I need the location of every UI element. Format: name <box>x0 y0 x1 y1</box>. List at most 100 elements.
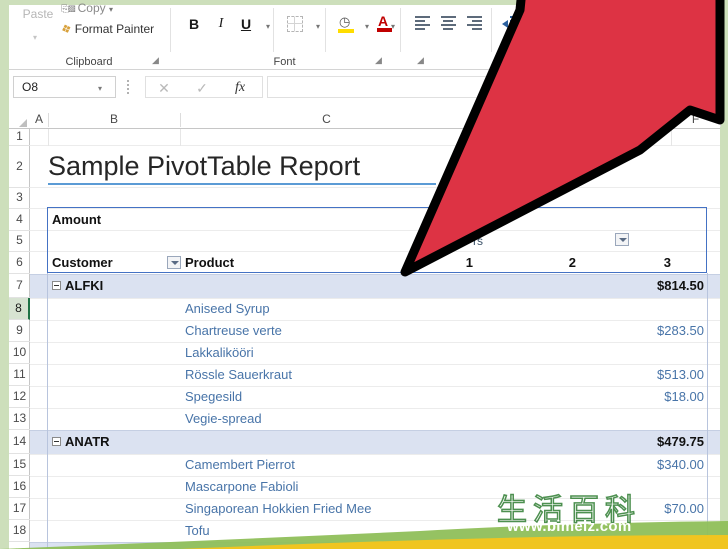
paste-dropdown-caret[interactable]: ▾ <box>33 33 37 42</box>
paint-bucket-glyph: ◷ <box>339 14 351 29</box>
report-title-underline <box>48 183 436 185</box>
align-left-icon[interactable] <box>414 16 431 31</box>
column-header-a[interactable]: A <box>30 112 48 128</box>
accounting-dropdown-caret[interactable]: ▾ <box>670 18 688 36</box>
formula-bar-grip-icon[interactable] <box>127 80 130 94</box>
font-group-label: Font <box>273 56 296 68</box>
group-total-amount: $479.75 <box>657 434 704 449</box>
row-header-19[interactable]: 19 <box>9 542 30 549</box>
fill-color-dropdown-caret[interactable]: ▾ <box>358 18 376 36</box>
borders-icon[interactable] <box>287 16 303 32</box>
format-painter-label: Format Painter <box>74 22 155 36</box>
pivot-right-border <box>707 273 708 549</box>
gridline <box>30 320 720 321</box>
quarter-header-2: 2 <box>568 255 576 270</box>
row-header-14[interactable]: 14 <box>9 430 30 454</box>
font-dialog-launcher-icon[interactable]: ◢ <box>375 55 382 66</box>
product-label: Tofu <box>185 523 210 538</box>
row-header-7[interactable]: 7 <box>9 274 30 298</box>
row-header-17[interactable]: 17 <box>9 498 30 520</box>
underline-button[interactable]: U <box>237 15 255 33</box>
pivot-left-border <box>47 273 48 549</box>
row-header-8[interactable]: 8 <box>9 298 30 320</box>
align-center-icon[interactable] <box>440 16 457 31</box>
row-header-2[interactable]: 2 <box>9 146 30 188</box>
column-header-c[interactable]: C <box>180 112 473 128</box>
ribbon-group-clipboard: Paste ▾ ⎘▩ Copy ▾ ❖Format Painter Clipboa… <box>9 1 177 69</box>
row-header-4[interactable]: 4 <box>9 209 30 231</box>
italic-button[interactable]: I <box>212 15 230 33</box>
sheet-cells: Sample PivotTable Report Amount rs Custo… <box>30 129 720 549</box>
cancel-icon[interactable]: ✕ <box>146 79 182 97</box>
collapse-expander-icon[interactable] <box>52 437 61 446</box>
row-header-10[interactable]: 10 <box>9 342 30 364</box>
worksheet-area: ABCDEF 12345678910111213141516171819 Sam… <box>0 110 728 549</box>
report-title: Sample PivotTable Report <box>48 151 361 181</box>
row-header-16[interactable]: 16 <box>9 476 30 498</box>
accounting-format-icon[interactable]: £ <box>654 15 661 30</box>
product-label: Chartreuse verte <box>185 323 282 338</box>
percent-style-button[interactable]: % <box>694 15 706 30</box>
name-box-dropdown-caret[interactable]: ▾ <box>98 84 102 93</box>
group-row-top-rule <box>30 542 720 543</box>
copy-label: Copy <box>77 1 106 15</box>
align-right-icon[interactable] <box>466 16 483 31</box>
clipboard-group-label: Clipboard <box>65 56 113 68</box>
insert-function-icon[interactable]: fx <box>222 79 258 97</box>
column-field-partial-label: rs <box>473 234 483 248</box>
formula-input[interactable] <box>267 76 714 98</box>
increase-indent-icon[interactable] <box>526 16 543 31</box>
underline-dropdown-caret[interactable]: ▾ <box>259 18 277 36</box>
row-header-6[interactable]: 6 <box>9 252 30 274</box>
format-painter-button[interactable]: ❖Format Painter <box>59 21 155 38</box>
row-header-15[interactable]: 15 <box>9 454 30 476</box>
ribbon: Paste ▾ ⎘▩ Copy ▾ ❖Format Painter Clipboa… <box>0 0 728 70</box>
gridline <box>30 476 720 477</box>
row-header-3[interactable]: 3 <box>9 188 30 209</box>
collapse-expander-icon[interactable] <box>52 281 61 290</box>
column-headers: ABCDEF <box>9 110 721 129</box>
column-header-separator[interactable] <box>720 113 721 127</box>
row-header-1[interactable]: 1 <box>9 129 30 146</box>
copy-dropdown-caret[interactable]: ▾ <box>109 5 113 14</box>
clipboard-dialog-launcher-icon[interactable]: ◢ <box>152 55 159 66</box>
column-header-b[interactable]: B <box>48 112 180 128</box>
gridline <box>30 187 720 188</box>
row-header-5[interactable]: 5 <box>9 231 30 252</box>
alignment-dialog-launcher-icon[interactable]: ◢ <box>417 55 424 66</box>
group-row-background <box>30 542 720 549</box>
gridline <box>30 454 720 455</box>
detail-amount: $18.00 <box>664 389 704 404</box>
row-header-18[interactable]: 18 <box>9 520 30 542</box>
ribbon-left-edge <box>0 0 9 70</box>
column-header-e[interactable]: E <box>576 112 671 128</box>
product-label: Singaporean Hokkien Fried Mee <box>185 501 372 516</box>
select-all-corner[interactable] <box>9 110 30 129</box>
column-header-f[interactable]: F <box>671 112 720 128</box>
enter-icon[interactable]: ✓ <box>184 79 220 97</box>
pivottable-header-frame <box>47 207 707 273</box>
row-header-11[interactable]: 11 <box>9 364 30 386</box>
gridline <box>48 129 49 146</box>
paste-button[interactable]: Paste <box>17 7 59 21</box>
gridline <box>30 520 720 521</box>
decrease-indent-icon[interactable] <box>502 16 519 31</box>
row-header-9[interactable]: 9 <box>9 320 30 342</box>
row-header-12[interactable]: 12 <box>9 386 30 408</box>
quarter-header-3: 3 <box>663 255 671 270</box>
group-row-top-rule <box>30 430 720 431</box>
fill-color-swatch <box>338 29 354 33</box>
name-box-value: O8 <box>22 80 39 94</box>
row-header-13[interactable]: 13 <box>9 408 30 430</box>
bold-button[interactable]: B <box>185 15 203 33</box>
fill-color-icon[interactable]: ◷ <box>337 14 355 34</box>
gridline <box>30 145 720 146</box>
group-total-amount: $814.50 <box>657 278 704 293</box>
customer-filter-button[interactable] <box>167 256 181 269</box>
copy-button[interactable]: ⎘▩ Copy ▾ <box>61 1 113 15</box>
column-header-d[interactable]: D <box>473 112 576 128</box>
detail-amount: $70.00 <box>664 501 704 516</box>
column-filter-button[interactable] <box>615 233 629 246</box>
formula-bar-left-edge <box>0 70 9 110</box>
gridline <box>180 129 181 146</box>
